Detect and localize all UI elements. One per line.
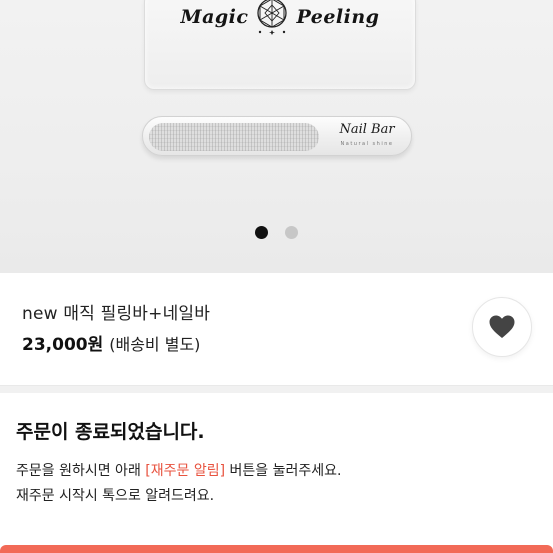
nail-bar-file-image: Nail Bar Natural shine <box>142 116 412 156</box>
nail-bar-brand: Nail Bar <box>339 122 395 137</box>
product-info-section: new 매직 필링바+네일바 23,000원 (배송비 별도) <box>0 273 553 385</box>
section-divider <box>0 385 553 393</box>
nail-bar-subtext: Natural shine <box>340 141 394 147</box>
notice-title: 주문이 종료되었습니다. <box>16 421 205 443</box>
plate-brand-left: Magic <box>180 6 249 28</box>
order-closed-notice: 주문이 종료되었습니다. 주문을 원하시면 아래 [재주문 알림] 버튼을 눌러… <box>0 393 553 545</box>
shipping-note: (배송비 별도) <box>109 335 201 354</box>
product-price: 23,000원 <box>22 335 104 355</box>
nail-file-grit-surface <box>149 123 319 151</box>
carousel-pagination <box>0 226 553 239</box>
plate-brand-right: Peeling <box>296 6 380 28</box>
plate-brand-logo: Magic Peeling <box>145 0 415 39</box>
product-image-carousel[interactable]: Magic Peeling Nail Bar Natural shine <box>0 0 553 273</box>
reorder-alert-button[interactable] <box>0 545 553 553</box>
heart-icon <box>489 315 515 338</box>
product-title: new 매직 필링바+네일바 <box>22 304 211 324</box>
magic-peeling-plate-image: Magic Peeling <box>144 0 416 90</box>
notice-line-2: 재주문 시작시 톡으로 알려드려요. <box>16 488 215 504</box>
notice-line-1: 주문을 원하시면 아래 [재주문 알림] 버튼을 눌러주세요. <box>16 460 341 480</box>
notice-line-1-after: 버튼을 눌러주세요. <box>225 463 342 479</box>
price-row: 23,000원 (배송비 별도) <box>22 330 200 355</box>
carousel-dot-1[interactable] <box>255 226 268 239</box>
notice-line-1-before: 주문을 원하시면 아래 <box>16 463 146 479</box>
geometric-ball-icon <box>257 0 288 35</box>
reorder-alert-link-text: [재주문 알림] <box>145 463 226 479</box>
wishlist-button[interactable] <box>472 297 532 357</box>
carousel-dot-2[interactable] <box>285 226 298 239</box>
